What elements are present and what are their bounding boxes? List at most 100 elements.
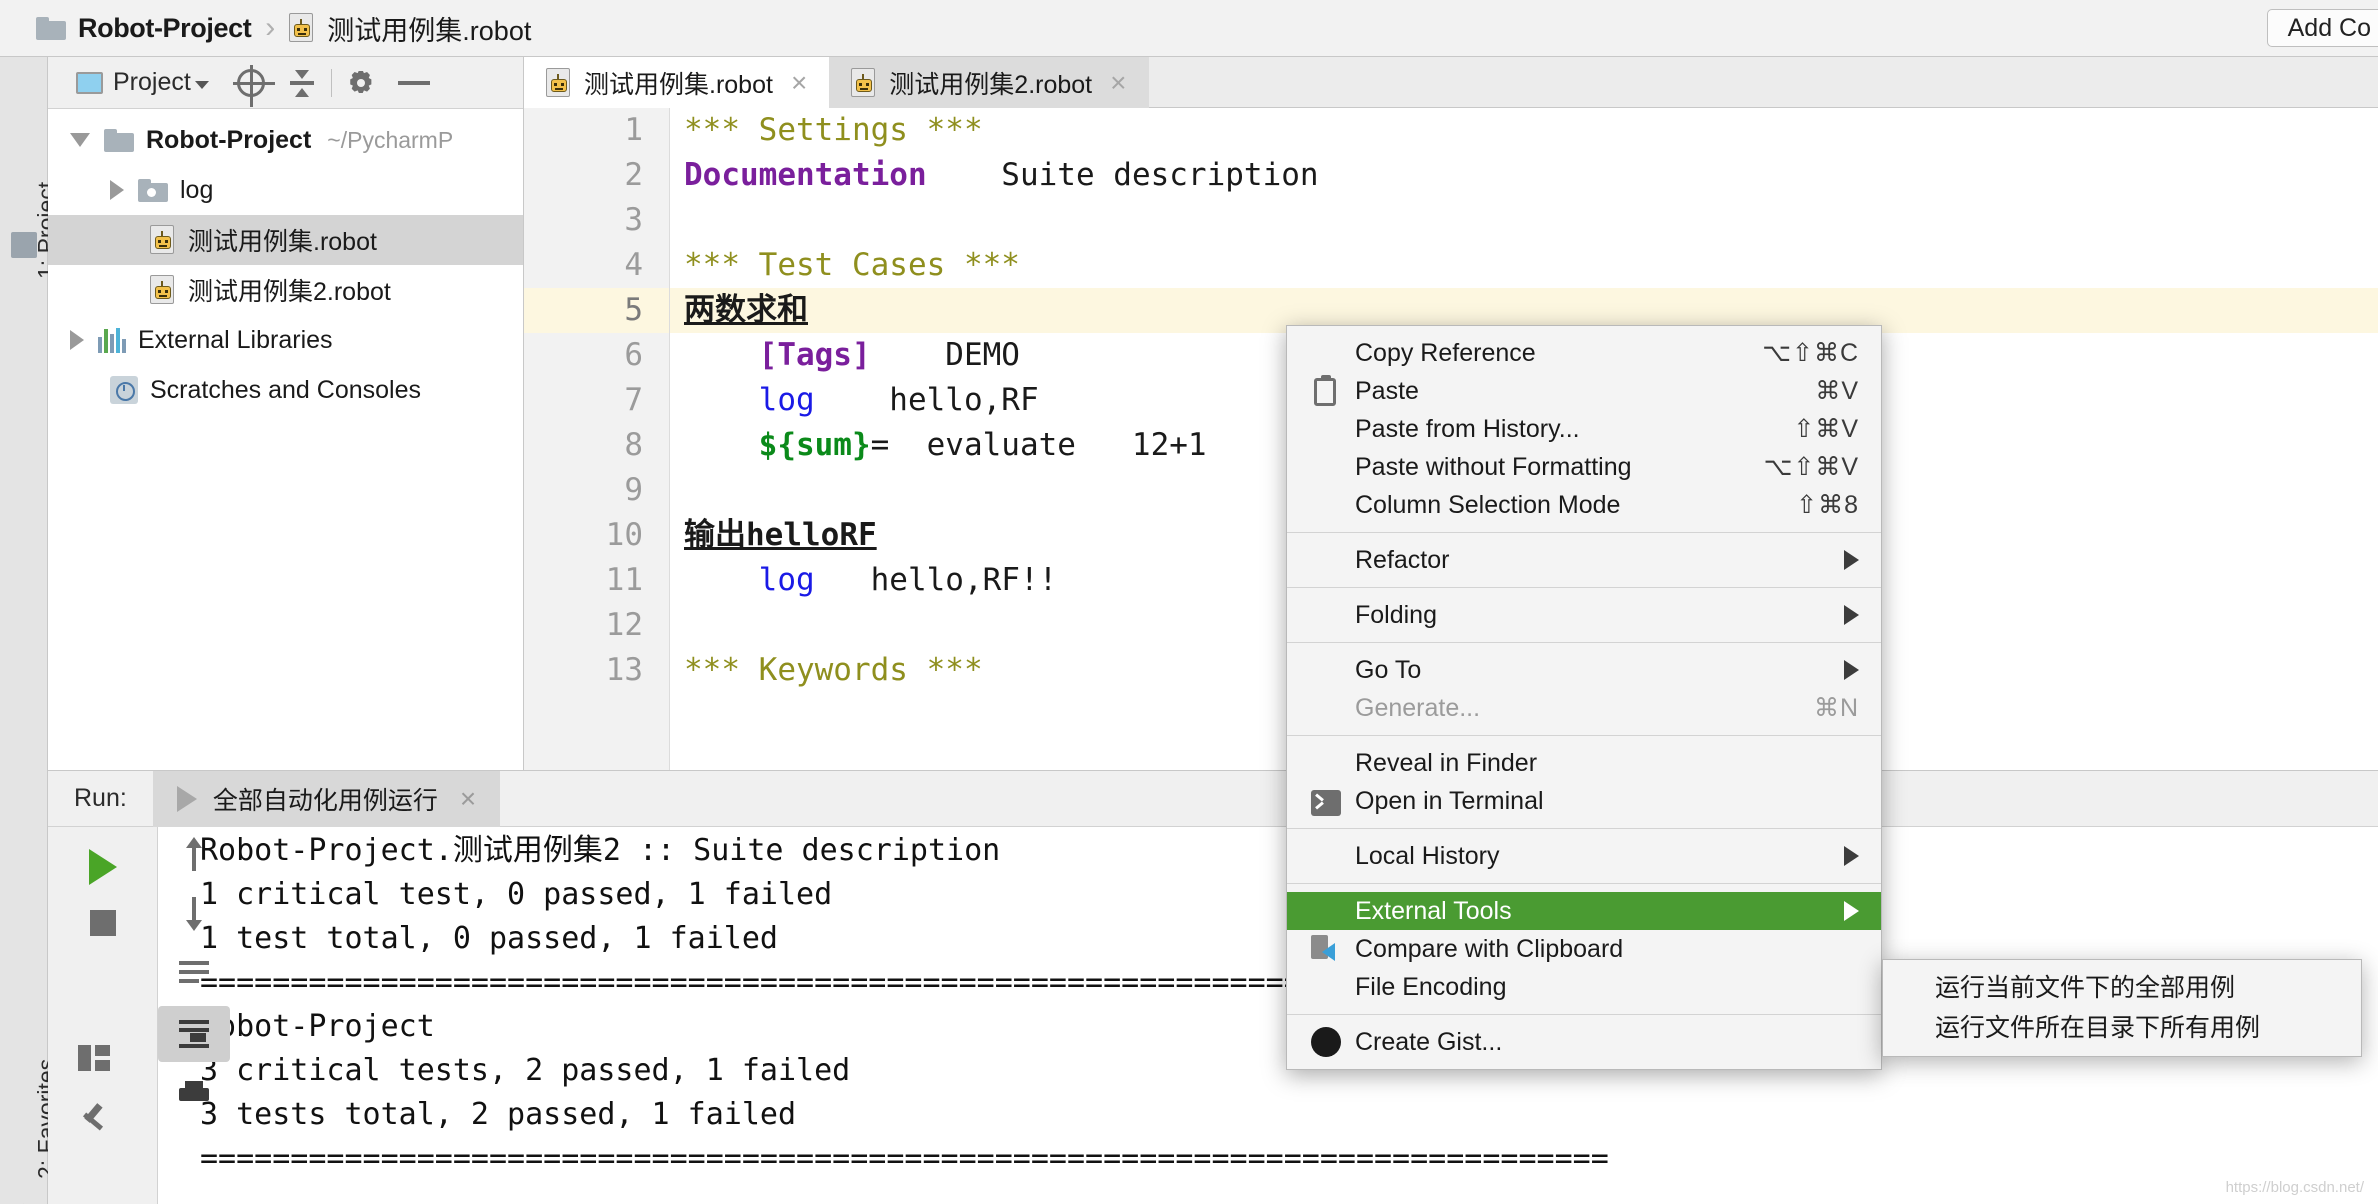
minimize-icon[interactable] [397, 80, 430, 85]
stop-button[interactable] [67, 895, 139, 951]
code-token: Suite description [926, 157, 1319, 193]
close-icon[interactable]: × [460, 783, 476, 815]
scroll-to-end-button[interactable] [158, 1006, 230, 1062]
watermark: https://blog.csdn.net/ [2225, 1179, 2364, 1196]
tree-node-external-libraries[interactable]: External Libraries [48, 315, 523, 365]
stop-icon [89, 910, 116, 936]
menu-separator [1287, 642, 1881, 643]
menu-item-copy-reference[interactable]: Copy Reference ⌥⇧⌘C [1287, 334, 1881, 372]
breadcrumb-bar: Robot-Project › 测试用例集.robot Add Co [0, 0, 2378, 57]
menu-item-column-selection-mode[interactable]: Column Selection Mode ⇧⌘8 [1287, 486, 1881, 524]
chevron-right-icon [1844, 846, 1859, 866]
menu-item-external-tools[interactable]: External Tools [1287, 892, 1881, 930]
code-token: = evaluate 12+1 [870, 427, 1207, 463]
code-line[interactable]: *** Test Cases *** [670, 243, 2378, 288]
chevron-down-icon [194, 80, 209, 89]
console-line: ========================================… [200, 1141, 1609, 1176]
folder-source-icon [138, 178, 168, 202]
up-button[interactable] [158, 826, 230, 882]
tree-node-testsuite-1[interactable]: 测试用例集.robot [48, 215, 523, 265]
menu-item-file-encoding[interactable]: File Encoding [1287, 968, 1881, 1006]
menu-item-paste[interactable]: Paste ⌘V [1287, 372, 1881, 410]
code-token: *** Test Cases *** [684, 247, 1020, 283]
tree-node-robot-project[interactable]: Robot-Project ~/PycharmP [48, 115, 523, 165]
menu-item-reveal-in-finder[interactable]: Reveal in Finder [1287, 744, 1881, 782]
menu-item-label: Create Gist... [1355, 1027, 1503, 1056]
run-configuration-label: 全部自动化用例运行 [212, 786, 438, 815]
line-number: 8 [624, 427, 643, 463]
menu-item-shortcut: ⇧⌘V [1793, 415, 1859, 443]
print-button[interactable] [158, 1066, 230, 1122]
menu-item-label: Paste from History... [1355, 414, 1580, 443]
menu-item-go-to[interactable]: Go To [1287, 651, 1881, 689]
breadcrumb-file[interactable]: 测试用例集.robot [327, 9, 531, 48]
close-icon[interactable]: × [1110, 67, 1126, 99]
menu-item-folding[interactable]: Folding [1287, 596, 1881, 634]
layout-button[interactable] [58, 1030, 130, 1086]
menu-item-label: Compare with Clipboard [1355, 934, 1624, 963]
breadcrumb: Robot-Project › 测试用例集.robot [36, 9, 531, 48]
menu-item-label: File Encoding [1355, 972, 1507, 1001]
down-button[interactable] [158, 886, 230, 942]
external-tools-submenu[interactable]: 运行当前文件下的全部用例 运行文件所在目录下所有用例 [1882, 959, 2362, 1057]
menu-item-label: Reveal in Finder [1355, 748, 1538, 777]
code-line[interactable]: *** Settings *** [670, 108, 2378, 153]
breadcrumb-project[interactable]: Robot-Project [78, 13, 252, 44]
terminal-icon [1311, 789, 1341, 816]
target-icon[interactable] [232, 64, 275, 107]
menu-item-generate: Generate... ⌘N [1287, 689, 1881, 727]
collapse-all-icon[interactable] [287, 68, 317, 98]
rerun-button[interactable] [67, 839, 139, 895]
menu-separator [1287, 587, 1881, 588]
editor-tab-label: 测试用例集2.robot [889, 70, 1093, 99]
chevron-right-icon[interactable] [110, 180, 124, 200]
tree-node-label: log [180, 175, 214, 204]
folder-icon [104, 128, 134, 152]
editor-context-menu[interactable]: Copy Reference ⌥⇧⌘C Paste ⌘V Paste from Hist… [1286, 325, 1882, 1070]
soft-wrap-button[interactable] [158, 946, 230, 1002]
pin-button[interactable] [58, 1090, 130, 1146]
chevron-right-icon[interactable] [70, 330, 84, 350]
editor-tab-label: 测试用例集.robot [584, 70, 773, 99]
menu-item-create-gist[interactable]: Create Gist... [1287, 1023, 1881, 1061]
menu-item-local-history[interactable]: Local History [1287, 837, 1881, 875]
code-token: log [758, 562, 815, 598]
tree-node-scratches[interactable]: Scratches and Consoles [48, 365, 523, 415]
menu-item-paste-from-history[interactable]: Paste from History... ⇧⌘V [1287, 410, 1881, 448]
menu-item-refactor[interactable]: Refactor [1287, 541, 1881, 579]
line-number: 11 [605, 562, 643, 598]
chevron-right-icon [1844, 550, 1859, 570]
code-line[interactable]: Documentation Suite description [670, 153, 2378, 198]
menu-item-label: Refactor [1355, 545, 1450, 574]
robot-file-icon [150, 225, 176, 255]
chevron-right-icon [1844, 660, 1859, 680]
editor-tab-1[interactable]: 测试用例集.robot × [524, 57, 830, 108]
code-line[interactable] [670, 198, 2378, 243]
tree-node-log[interactable]: log [48, 165, 523, 215]
code-token: [Tags] [758, 337, 871, 373]
submenu-item-1[interactable]: 运行当前文件下的全部用例 [1883, 968, 2361, 1008]
line-number: 12 [605, 607, 643, 643]
tree-node-label: 测试用例集.robot [188, 228, 377, 256]
menu-item-shortcut: ⌘N [1813, 694, 1859, 722]
menu-item-compare-with-clipboard[interactable]: Compare with Clipboard [1287, 930, 1881, 968]
menu-item-open-in-terminal[interactable]: Open in Terminal [1287, 782, 1881, 820]
menu-item-paste-without-formatting[interactable]: Paste without Formatting ⌥⇧⌘V [1287, 448, 1881, 486]
code-token: hello,RF!! [814, 562, 1058, 598]
gear-icon[interactable] [346, 68, 376, 98]
close-icon[interactable]: × [791, 67, 807, 99]
tree-node-testsuite-2[interactable]: 测试用例集2.robot [48, 265, 523, 315]
run-configuration-tab[interactable]: 全部自动化用例运行 × [152, 770, 501, 827]
add-configuration-button[interactable]: Add Co [2266, 9, 2378, 47]
menu-item-label: Generate... [1355, 693, 1481, 722]
chevron-down-icon[interactable] [70, 133, 90, 147]
editor-tab-2[interactable]: 测试用例集2.robot × [829, 57, 1149, 108]
project-folder-icon[interactable] [11, 232, 37, 258]
menu-item-label: Folding [1355, 600, 1437, 629]
menu-item-shortcut: ⌥⇧⌘V [1763, 453, 1859, 481]
project-view-selector[interactable]: Project [70, 57, 215, 109]
menu-item-label: Open in Terminal [1355, 786, 1544, 815]
submenu-item-2[interactable]: 运行文件所在目录下所有用例 [1883, 1008, 2361, 1048]
